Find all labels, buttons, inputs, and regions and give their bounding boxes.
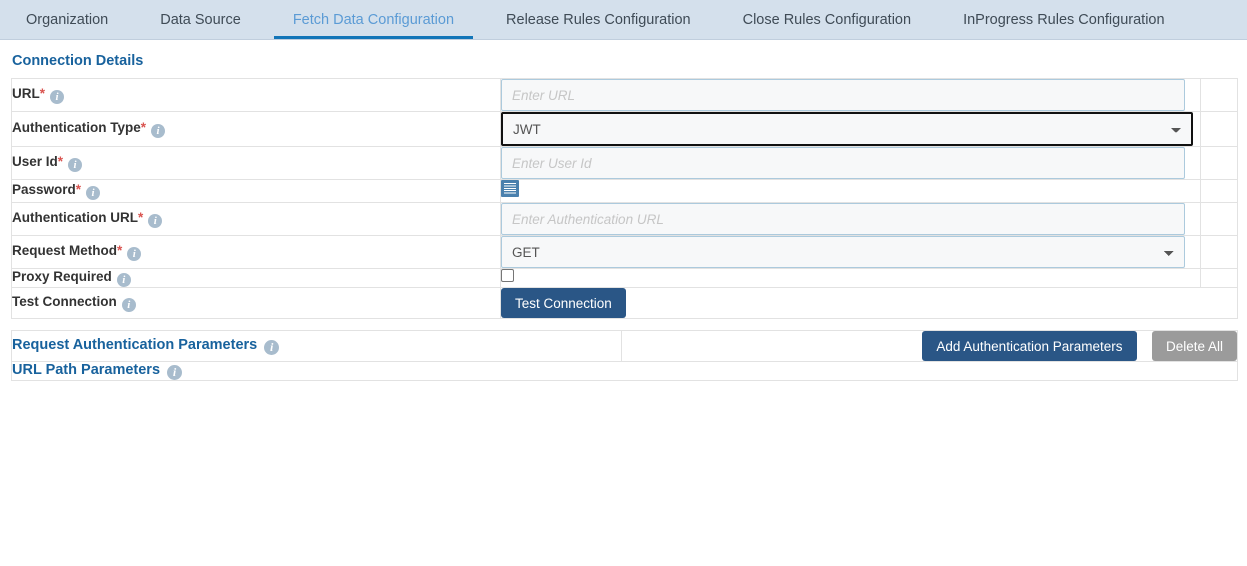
table-row: Password* i bbox=[11, 179, 1238, 203]
required-asterisk: * bbox=[138, 210, 144, 225]
tab-close-rules-configuration[interactable]: Close Rules Configuration bbox=[717, 0, 937, 39]
required-asterisk: * bbox=[39, 86, 46, 101]
spacer-cell bbox=[1200, 268, 1238, 288]
document-lines-icon[interactable] bbox=[501, 180, 519, 197]
info-circle-icon[interactable]: i bbox=[127, 247, 142, 261]
tab-label: Close Rules Configuration bbox=[742, 11, 912, 28]
field-label: Request Method bbox=[12, 243, 118, 258]
spacer-cell bbox=[1200, 78, 1238, 112]
tab-label: Release Rules Configuration bbox=[506, 11, 691, 28]
delete-all-button[interactable]: Delete All bbox=[1151, 331, 1237, 361]
spacer-cell bbox=[1200, 179, 1238, 203]
label-cell-user-id: User Id* i bbox=[11, 146, 501, 180]
field-cell-user-id bbox=[500, 146, 1201, 180]
table-row: Authentication URL* i bbox=[11, 202, 1238, 236]
field-cell-url bbox=[500, 78, 1201, 112]
info-circle-icon[interactable]: i bbox=[86, 186, 101, 200]
field-cell-proxy-required bbox=[500, 268, 1201, 288]
tab-label: Data Source bbox=[160, 11, 241, 28]
required-asterisk: * bbox=[57, 154, 64, 169]
field-label: Test Connection bbox=[12, 294, 117, 309]
info-circle-icon[interactable]: i bbox=[151, 124, 166, 138]
info-circle-icon[interactable]: i bbox=[121, 298, 136, 312]
table-row: URL* i bbox=[11, 78, 1238, 112]
label-cell-password: Password* i bbox=[11, 179, 501, 203]
info-circle-icon[interactable]: i bbox=[167, 365, 183, 380]
table-row: Proxy Required i bbox=[11, 268, 1238, 288]
info-circle-icon[interactable]: i bbox=[148, 214, 163, 228]
label-cell-authentication-url: Authentication URL* i bbox=[11, 202, 501, 236]
spacer-cell bbox=[1200, 146, 1238, 180]
url-path-parameters-heading: URL Path Parameters i bbox=[11, 361, 1238, 381]
request-method-select[interactable]: GET bbox=[501, 236, 1185, 268]
required-asterisk: * bbox=[117, 243, 123, 258]
table-row: Test Connection i Test Connection bbox=[11, 287, 1238, 319]
spacer-cell bbox=[1200, 235, 1238, 269]
label-cell-proxy-required: Proxy Required i bbox=[11, 268, 501, 288]
tab-release-rules-configuration[interactable]: Release Rules Configuration bbox=[480, 0, 717, 39]
spacer-cell bbox=[1200, 202, 1238, 236]
authentication-type-select[interactable]: JWT bbox=[501, 112, 1193, 146]
user-id-input[interactable] bbox=[501, 147, 1185, 179]
section-title: URL Path Parameters bbox=[12, 362, 161, 378]
tab-data-source[interactable]: Data Source bbox=[134, 0, 267, 39]
field-label: Authentication Type bbox=[12, 120, 141, 135]
info-circle-icon[interactable]: i bbox=[50, 90, 65, 104]
field-cell-authentication-url bbox=[500, 202, 1201, 236]
label-cell-request-method: Request Method* i bbox=[11, 235, 501, 269]
field-label: Password bbox=[12, 182, 76, 197]
parameters-sections-table: Request Authentication Parameters i Add A… bbox=[11, 330, 1238, 381]
authentication-url-input[interactable] bbox=[501, 203, 1185, 235]
table-row: Request Authentication Parameters i Add A… bbox=[11, 330, 1238, 362]
tab-inprogress-rules-configuration[interactable]: InProgress Rules Configuration bbox=[937, 0, 1191, 39]
field-label: User Id bbox=[12, 154, 58, 169]
field-label: Authentication URL bbox=[12, 210, 138, 225]
field-cell-test-connection: Test Connection bbox=[500, 287, 1238, 319]
info-circle-icon[interactable]: i bbox=[116, 273, 131, 287]
tab-fetch-data-configuration[interactable]: Fetch Data Configuration bbox=[267, 0, 480, 39]
section-title: Request Authentication Parameters bbox=[12, 337, 258, 353]
field-label: Proxy Required bbox=[12, 269, 112, 284]
field-label: URL bbox=[12, 86, 40, 101]
info-circle-icon[interactable]: i bbox=[264, 340, 280, 355]
info-circle-icon[interactable]: i bbox=[68, 158, 83, 172]
required-asterisk: * bbox=[140, 120, 147, 135]
test-connection-button[interactable]: Test Connection bbox=[501, 288, 626, 318]
request-authentication-parameters-heading: Request Authentication Parameters i bbox=[11, 330, 622, 362]
field-cell-password bbox=[500, 179, 1201, 203]
tab-label: InProgress Rules Configuration bbox=[963, 11, 1165, 28]
proxy-required-checkbox[interactable] bbox=[501, 269, 514, 282]
table-row: Authentication Type* i JWT bbox=[11, 111, 1238, 147]
required-asterisk: * bbox=[75, 182, 82, 197]
connection-details-table: URL*i Authentication Type*i JWT bbox=[11, 78, 1238, 319]
url-input[interactable] bbox=[501, 79, 1185, 111]
add-authentication-parameters-button[interactable]: Add Authentication Parameters bbox=[922, 331, 1137, 361]
spacer-cell bbox=[1200, 111, 1238, 147]
page-root: Organization Data Source Fetch Data Conf… bbox=[0, 0, 1247, 566]
label-cell-test-connection: Test Connection i bbox=[11, 287, 501, 319]
tab-organization[interactable]: Organization bbox=[0, 0, 134, 39]
table-row: User Id* i bbox=[11, 146, 1238, 180]
tab-label: Organization bbox=[26, 11, 109, 28]
label-cell-authentication-type: Authentication Type* i bbox=[11, 111, 501, 147]
tab-label: Fetch Data Configuration bbox=[292, 11, 455, 28]
label-cell-url: URL* i bbox=[11, 78, 501, 112]
table-row: URL Path Parameters i bbox=[11, 361, 1238, 381]
table-row: Request Method* i GET bbox=[11, 235, 1238, 269]
request-authentication-parameters-actions: Add Authentication Parameters Delete All bbox=[621, 330, 1238, 362]
connection-details-heading: Connection Details bbox=[12, 53, 144, 69]
field-cell-request-method: GET bbox=[500, 235, 1201, 269]
tab-bar: Organization Data Source Fetch Data Conf… bbox=[0, 0, 1247, 40]
field-cell-authentication-type: JWT bbox=[500, 111, 1201, 147]
